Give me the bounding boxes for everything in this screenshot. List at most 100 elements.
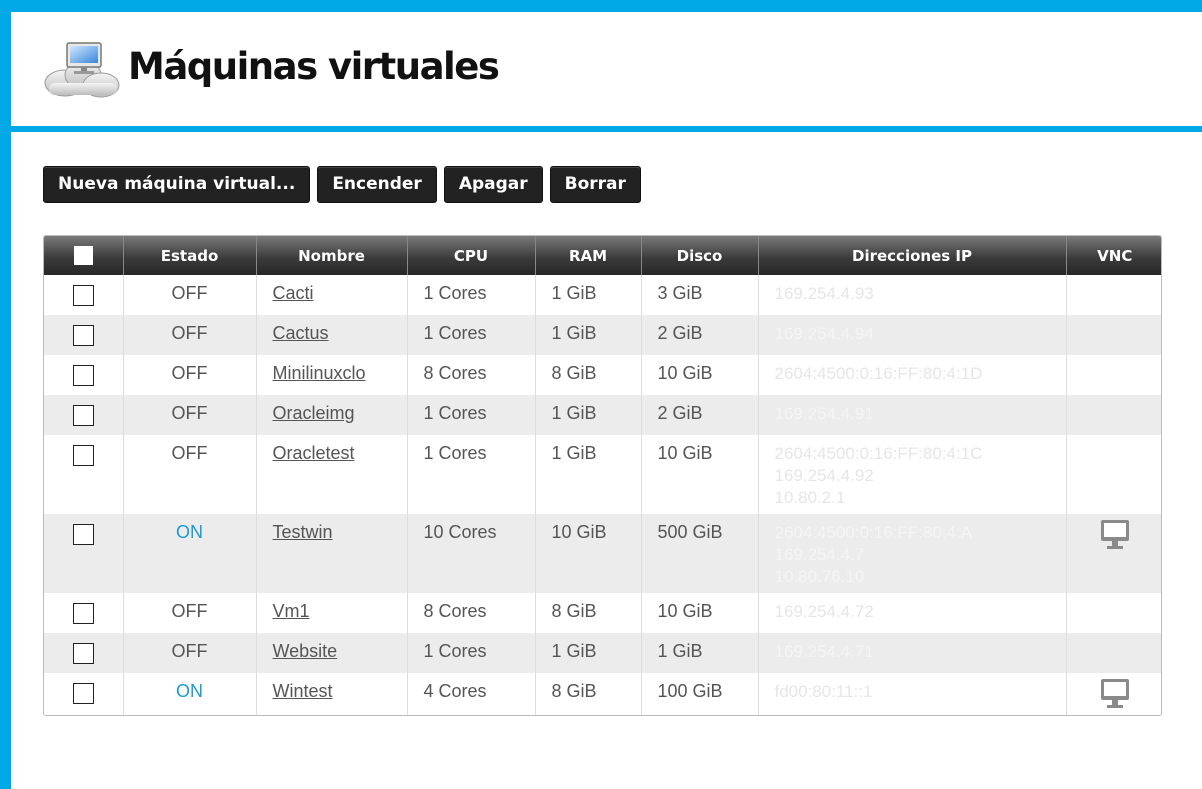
ip-address: fd00:80:11::1 [774,682,873,701]
row-checkbox[interactable] [72,405,94,426]
ip-cell: fd00:80:11::1 [758,673,1067,715]
state-value: ON [176,681,203,701]
ip-address: 169.254.4.71 [774,642,874,661]
state-value: OFF [171,283,208,303]
state-cell: OFF [123,593,257,633]
state-value: OFF [171,403,208,423]
ip-cell: 169.254.4.71 [758,633,1067,673]
row-checkbox[interactable] [72,683,94,704]
vnc-cell [1066,275,1161,315]
power-on-button[interactable]: Encender [317,166,437,203]
state-value: OFF [171,443,208,463]
table-row: OFF Oracletest 1 Cores 1 GiB 10 GiB 2604… [44,435,1161,514]
cpu-cell: 1 Cores [407,435,536,514]
ip-address: 169.254.4.91 [774,404,874,423]
ram-cell: 1 GiB [535,435,642,514]
table-row: OFF Cactus 1 Cores 1 GiB 2 GiB 169.254.4… [44,315,1161,355]
vm-name-link[interactable]: Cacti [273,283,314,303]
ip-cell: 169.254.4.91 [758,395,1067,435]
page-title: Máquinas virtuales [128,45,500,88]
vm-name-link[interactable]: Oracleimg [273,403,355,423]
column-header-vnc[interactable]: VNC [1066,236,1161,275]
table-row: OFF Minilinuxclo 8 Cores 8 GiB 10 GiB 26… [44,355,1161,395]
row-checkbox[interactable] [72,445,94,466]
column-header-disco[interactable]: Disco [641,236,759,275]
ram-cell: 10 GiB [535,514,642,593]
disk-cell: 10 GiB [641,593,759,633]
ip-address: 169.254.4.92 [774,466,874,485]
vm-name-link[interactable]: Website [273,641,338,661]
monitor-icon[interactable] [1100,519,1130,551]
name-cell: Oracletest [256,435,408,514]
table-row: OFF Oracleimg 1 Cores 1 GiB 2 GiB 169.25… [44,395,1161,435]
ip-cell: 2604:4500:0:16:FF:80:4:1C 169.254.4.92 10.… [758,435,1067,514]
name-cell: Testwin [256,514,408,593]
cpu-cell: 4 Cores [407,673,536,715]
column-header-cpu[interactable]: CPU [407,236,536,275]
disk-cell: 10 GiB [641,435,759,514]
row-select-cell [44,355,124,395]
monitor-icon[interactable] [1100,678,1130,710]
name-cell: Cacti [256,275,408,315]
ip-address: 169.254.4.94 [774,324,874,343]
state-cell: OFF [123,355,257,395]
vnc-cell [1066,673,1161,715]
ram-cell: 1 GiB [535,275,642,315]
row-select-cell [44,435,124,514]
table-body: OFF Cacti 1 Cores 1 GiB 3 GiB 169.254.4.… [44,275,1161,715]
vm-name-link[interactable]: Vm1 [273,601,310,621]
row-select-cell [44,514,124,593]
column-header-ram[interactable]: RAM [535,236,642,275]
disk-cell: 10 GiB [641,355,759,395]
row-checkbox[interactable] [72,603,94,624]
vnc-cell [1066,593,1161,633]
ip-address: 10.80.76.10 [774,567,865,586]
ram-cell: 1 GiB [535,395,642,435]
new-vm-button[interactable]: Nueva máquina virtual... [43,166,311,203]
cpu-cell: 8 Cores [407,593,536,633]
vm-name-link[interactable]: Oracletest [273,443,355,463]
column-header-nombre[interactable]: Nombre [256,236,408,275]
state-cell: OFF [123,633,257,673]
vm-name-link[interactable]: Testwin [273,522,333,542]
row-checkbox[interactable] [72,524,94,545]
delete-button[interactable]: Borrar [549,166,641,203]
state-cell: ON [123,673,257,715]
disk-cell: 3 GiB [641,275,759,315]
ip-cell: 169.254.4.93 [758,275,1067,315]
ip-address: 2604:4500:0:16:FF:80:4:A [774,523,973,542]
row-checkbox[interactable] [72,365,94,386]
table-row: OFF Vm1 8 Cores 8 GiB 10 GiB 169.254.4.7… [44,593,1161,633]
vm-name-link[interactable]: Minilinuxclo [273,363,366,383]
select-all-checkbox[interactable] [73,246,93,265]
vm-name-link[interactable]: Cactus [273,323,329,343]
row-checkbox[interactable] [72,285,94,306]
column-header-estado[interactable]: Estado [123,236,257,275]
ip-address: 169.254.4.72 [774,602,874,621]
table-row: ON Wintest 4 Cores 8 GiB 100 GiB fd00:80… [44,673,1161,715]
ip-cell: 169.254.4.94 [758,315,1067,355]
ip-address: 10.80.2.1 [774,488,846,507]
state-value: OFF [171,601,208,621]
table-row: OFF Cacti 1 Cores 1 GiB 3 GiB 169.254.4.… [44,275,1161,315]
vnc-cell [1066,514,1161,593]
table-header-row: Estado Nombre CPU RAM Disco Direcciones … [44,236,1161,275]
header-panel: Máquinas virtuales [11,12,1202,126]
disk-cell: 2 GiB [641,315,759,355]
row-checkbox[interactable] [72,325,94,346]
disk-cell: 2 GiB [641,395,759,435]
vm-name-link[interactable]: Wintest [273,681,333,701]
row-select-cell [44,395,124,435]
name-cell: Oracleimg [256,395,408,435]
cpu-cell: 1 Cores [407,633,536,673]
column-header-ips[interactable]: Direcciones IP [758,236,1067,275]
ip-address: 2604:4500:0:16:FF:80:4:1D [774,364,983,383]
row-select-cell [44,315,124,355]
row-checkbox[interactable] [72,643,94,664]
name-cell: Website [256,633,408,673]
state-value: OFF [171,323,208,343]
row-select-cell [44,275,124,315]
power-off-button[interactable]: Apagar [443,166,543,203]
content-panel: Nueva máquina virtual... Encender Apagar… [11,132,1202,789]
name-cell: Wintest [256,673,408,715]
